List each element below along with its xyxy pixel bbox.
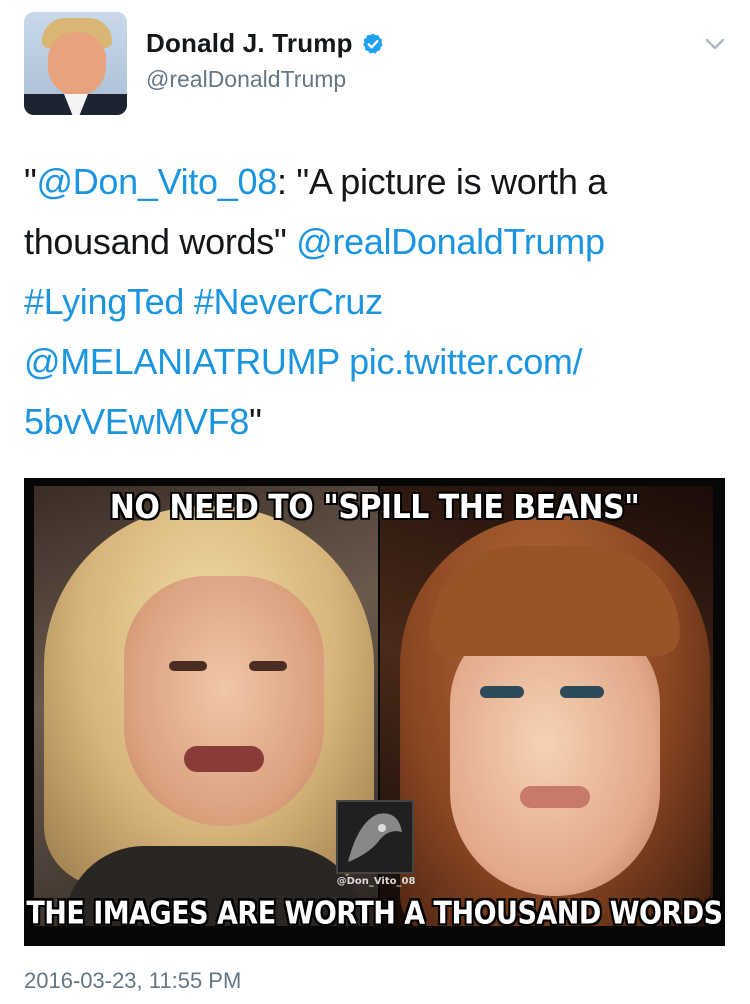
tweet-media-image[interactable]: @Don_Vito_08 NO NEED TO "SPILL THE BEANS… [24,478,725,946]
avatar-face [48,32,106,96]
user-handle[interactable]: @realDonaldTrump [146,66,346,93]
verified-badge-icon [362,33,383,54]
avatar[interactable] [24,12,127,115]
mention-link[interactable]: @Don_Vito_08 [36,161,277,202]
portrait-face [450,616,660,896]
pic-link[interactable]: pic.twitter.com/ [349,341,583,382]
name-row: Donald J. Trump [146,28,385,59]
mention-link[interactable]: @realDonaldTrump [296,221,605,262]
portrait-eye [480,686,524,698]
display-name[interactable]: Donald J. Trump [146,28,353,59]
quote-mark: " [24,161,37,202]
tweet-text-segment: : "A picture is worth a [276,161,607,202]
meme-caption-bottom: THE IMAGES ARE WORTH A THOUSAND WORDS [26,895,723,932]
portrait-mouth [184,746,264,772]
photo-panel-left [34,486,378,926]
meme-caption-top: NO NEED TO "SPILL THE BEANS" [109,488,640,527]
tweet-text: "@Don_Vito_08: "A picture is worth a tho… [24,152,724,452]
pic-link[interactable]: 5bvVEwMVF8 [24,401,249,442]
portrait-bangs [430,546,680,656]
watermark-logo-icon [336,800,414,874]
portrait-eye [249,661,287,671]
portrait-eye [560,686,604,698]
hashtag-link[interactable]: #NeverCruz [194,281,383,322]
tweet-card: Donald J. Trump @realDonaldTrump "@Don_V… [0,0,750,1004]
portrait-lips [520,786,590,808]
portrait-eye [169,661,207,671]
quote-mark: " [249,401,262,442]
portrait-face [124,576,324,826]
tweet-text-segment: thousand words" [24,221,297,262]
tweet-timestamp[interactable]: 2016-03-23, 11:55 PM [24,968,241,994]
hashtag-link[interactable]: #LyingTed [24,281,184,322]
mention-link[interactable]: @MELANIATRUMP [24,341,340,382]
chevron-down-icon[interactable] [704,36,726,52]
photo-panel-right [380,486,713,926]
watermark-text: @Don_Vito_08 [336,876,416,887]
